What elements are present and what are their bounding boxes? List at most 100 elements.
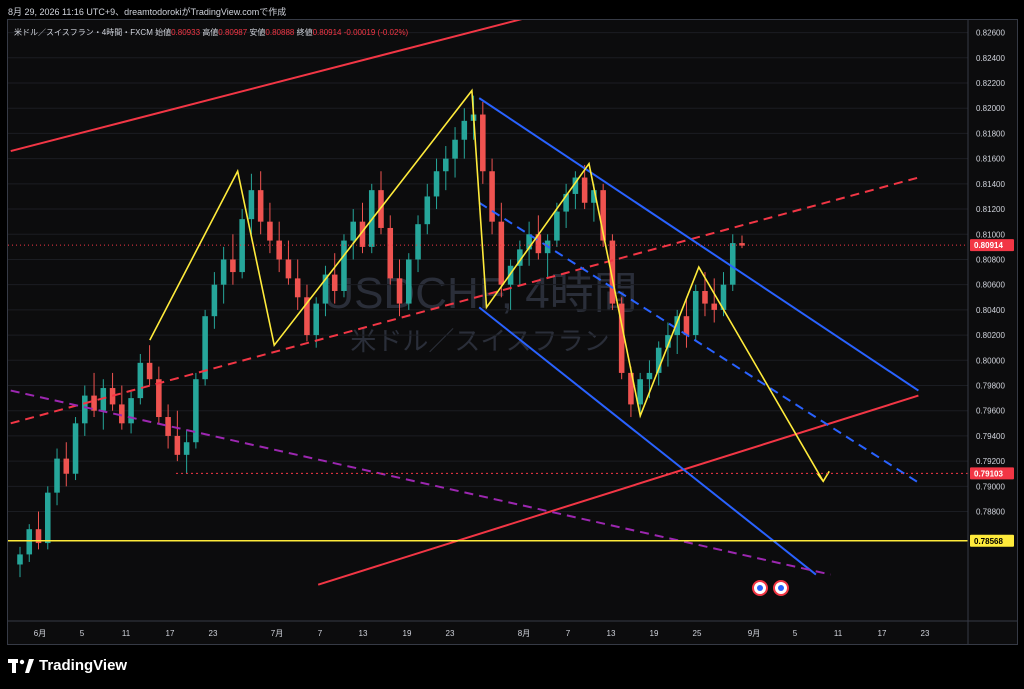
candle-body <box>692 290 699 336</box>
candle-body <box>461 120 468 140</box>
candle-body <box>63 458 70 474</box>
time-tick-label: 13 <box>607 629 616 638</box>
time-tick-label: 5 <box>793 629 798 638</box>
candle-body <box>72 423 79 474</box>
candle-body <box>17 554 23 565</box>
candle-body <box>443 158 449 172</box>
red-channel-upper-line <box>10 20 523 153</box>
candle-body <box>396 278 403 304</box>
candle-body <box>211 284 218 317</box>
candle-body <box>387 227 394 279</box>
legend-close: 0.80914 <box>312 28 342 37</box>
legend-low-label: 安値 <box>249 28 266 37</box>
legend-open: 0.80933 <box>171 28 201 37</box>
time-tick-label: 6月 <box>34 629 46 638</box>
legend-low: 0.80888 <box>265 28 295 37</box>
candle-body <box>54 458 60 493</box>
candle-body <box>146 362 153 380</box>
price-tick-label: 0.81000 <box>976 230 1005 239</box>
candle-body <box>174 435 181 455</box>
price-tick-label: 0.82000 <box>976 104 1005 113</box>
price-tick-label: 0.82400 <box>976 54 1005 63</box>
ohlc-legend: 米ドル／スイスフラン・4時間・FXCM 始値0.80933 高値0.80987 … <box>14 27 408 38</box>
price-tick-label: 0.79200 <box>976 457 1005 466</box>
candle-body <box>82 395 88 424</box>
candle-body <box>137 362 144 399</box>
candle-body <box>331 274 338 291</box>
time-tick-label: 11 <box>834 629 843 638</box>
candle-body <box>128 398 134 424</box>
brand-name: TradingView <box>39 657 128 674</box>
candle-body <box>415 224 421 260</box>
time-tick-label: 9月 <box>748 629 760 638</box>
price-tick-label: 0.82200 <box>976 79 1005 88</box>
time-tick-label: 19 <box>403 629 412 638</box>
tradingview-logo[interactable]: TradingView <box>8 657 127 674</box>
watermark-name: 米ドル／スイスフラン <box>350 326 609 356</box>
price-tick-label: 0.80800 <box>976 255 1005 264</box>
time-tick-label: 11 <box>122 629 131 638</box>
price-tick-label: 0.81600 <box>976 155 1005 164</box>
price-tick-label: 0.81200 <box>976 205 1005 214</box>
time-tick-label: 5 <box>80 629 85 638</box>
candle-body <box>156 379 162 418</box>
legend-close-label: 終値 <box>296 28 313 37</box>
candle-body <box>729 243 736 285</box>
price-tick-label: 0.79600 <box>976 407 1005 416</box>
legend-high: 0.80987 <box>218 28 248 37</box>
price-tick-label: 0.81800 <box>976 129 1005 138</box>
candle-body <box>433 171 440 197</box>
price-tick-label: 0.79800 <box>976 382 1005 391</box>
watermark-symbol: USDCHF, 4時間 <box>322 269 637 318</box>
candle-body <box>489 171 495 222</box>
candle-body <box>165 417 171 436</box>
price-tick-label: 0.82600 <box>976 29 1005 38</box>
candle-body <box>313 303 319 336</box>
time-tick-label: 17 <box>166 629 175 638</box>
candle-body <box>285 259 292 279</box>
candle-body <box>711 303 718 310</box>
time-tick-label: 25 <box>693 629 702 638</box>
candle-body <box>26 529 33 555</box>
candle-body <box>452 139 458 159</box>
legend-high-label: 高値 <box>202 28 219 37</box>
time-tick-label: 17 <box>878 629 887 638</box>
price-tick-label: 0.80200 <box>976 331 1005 340</box>
candle-body <box>276 240 282 260</box>
magenta-trend-line <box>10 389 831 576</box>
us-event-flag-icon-center <box>757 585 763 591</box>
time-tick-label: 23 <box>209 629 218 638</box>
price-tick-label: 0.80000 <box>976 356 1005 365</box>
candle-body <box>498 221 505 285</box>
price-tick-label: 0.80600 <box>976 281 1005 290</box>
footer-bar <box>0 645 1024 689</box>
candle-body <box>44 492 51 544</box>
candle-body <box>480 114 486 172</box>
price-tick-label: 0.81400 <box>976 180 1005 189</box>
candle-body <box>581 177 588 203</box>
candle-body <box>637 379 643 405</box>
candle-body <box>257 190 264 222</box>
candle-body <box>294 278 301 298</box>
time-tick-label: 7 <box>566 629 571 638</box>
candle-body <box>424 196 431 225</box>
candle-body <box>239 219 245 273</box>
candle-body <box>220 259 227 285</box>
time-tick-label: 23 <box>921 629 930 638</box>
time-tick-label: 7月 <box>271 629 283 638</box>
time-tick-label: 8月 <box>518 629 530 638</box>
candle-body <box>248 190 255 220</box>
price-label-horizontal_line: 0.78568 <box>974 537 1003 546</box>
legend-symbol: 米ドル／スイスフラン・4時間・FXCM <box>14 28 153 37</box>
time-tick-label: 23 <box>446 629 455 638</box>
legend-change: -0.00019 (-0.02%) <box>343 28 409 37</box>
price-tick-label: 0.79000 <box>976 482 1005 491</box>
candle-body <box>183 442 190 455</box>
chart-canvas[interactable]: USDCHF, 4時間米ドル／スイスフラン 0.82600 0.82400 0.82… <box>0 0 1024 645</box>
candle-body <box>350 221 357 241</box>
candle-body <box>554 211 560 241</box>
price-tick-label: 0.78800 <box>976 508 1005 517</box>
candle-body <box>230 259 236 273</box>
us-event-flag-icon-center <box>778 585 784 591</box>
price-label-last_price: 0.80914 <box>974 241 1003 250</box>
